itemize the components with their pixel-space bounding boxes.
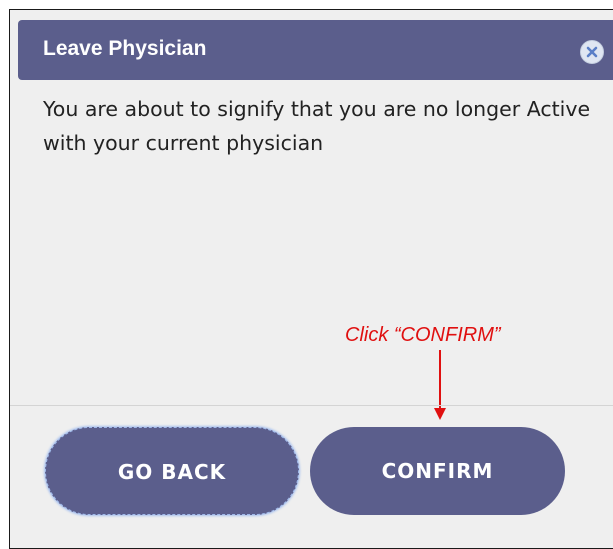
go-back-button[interactable]: GO BACK bbox=[45, 427, 299, 515]
footer-divider bbox=[10, 405, 613, 406]
arrow-down-icon bbox=[434, 350, 446, 420]
leave-physician-dialog: Leave Physician You are about to signify… bbox=[9, 9, 613, 549]
close-icon bbox=[586, 46, 598, 58]
confirm-button[interactable]: CONFIRM bbox=[310, 427, 565, 515]
dialog-title: Leave Physician bbox=[43, 37, 207, 60]
close-button[interactable] bbox=[580, 40, 604, 64]
click-confirm-annotation: Click “CONFIRM” bbox=[345, 324, 501, 346]
dialog-title-bar: Leave Physician bbox=[18, 20, 613, 80]
dialog-message: You are about to signify that you are no… bbox=[43, 97, 591, 155]
